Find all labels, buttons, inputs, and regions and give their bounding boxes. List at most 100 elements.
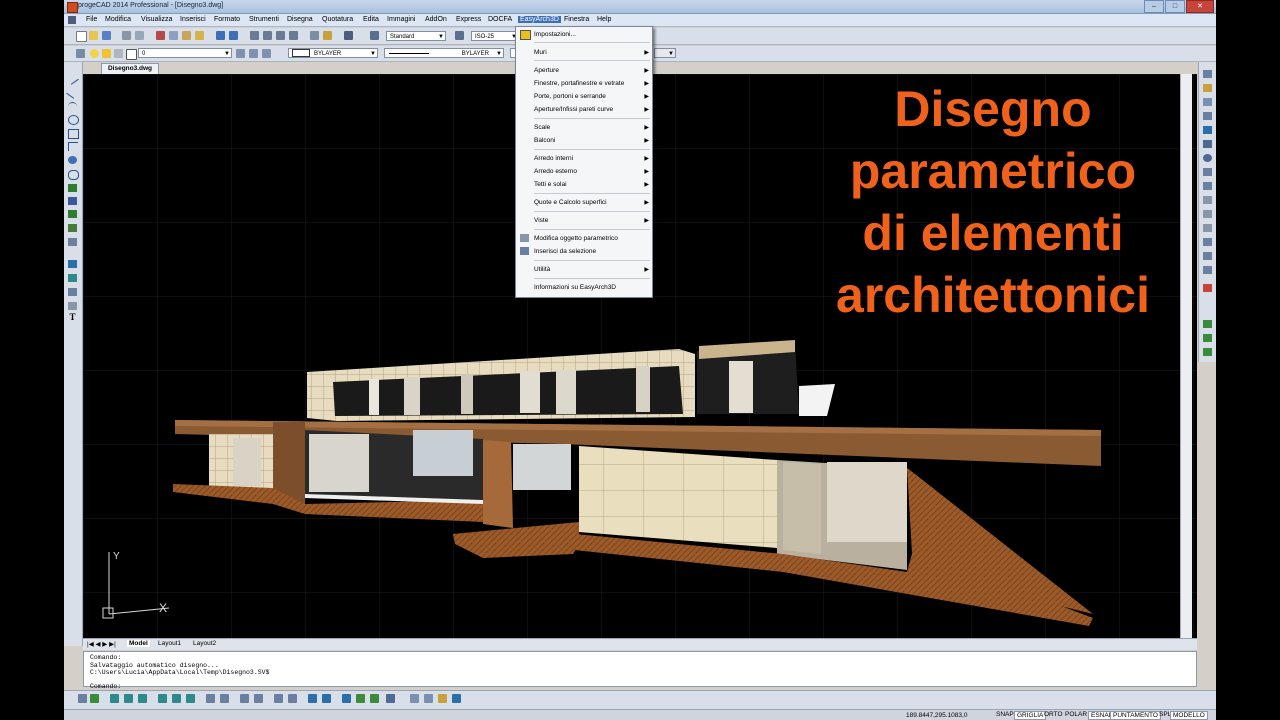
sw-iso-icon[interactable] <box>206 694 215 703</box>
chamfer-icon[interactable] <box>1203 238 1212 246</box>
render-icon[interactable] <box>288 694 297 703</box>
trim-icon[interactable] <box>1203 196 1212 204</box>
snap-center-icon[interactable] <box>1203 348 1212 356</box>
se-iso-icon[interactable] <box>220 694 229 703</box>
donut-icon[interactable] <box>68 156 77 164</box>
snap-endpoint-icon[interactable] <box>1203 320 1212 328</box>
sheet-set-icon[interactable] <box>452 694 461 703</box>
zoom-window-icon[interactable] <box>276 31 285 40</box>
make-block-icon[interactable] <box>68 274 77 282</box>
ray-icon[interactable] <box>66 86 79 99</box>
document-menu-icon[interactable] <box>68 16 76 24</box>
menu-addon[interactable]: AddOn <box>425 16 447 23</box>
status-toggle-modello[interactable]: MODELLO <box>1170 711 1208 720</box>
menu-item-finestre[interactable]: Finestre, portafinestre e vetrate <box>534 80 624 87</box>
calculator-icon[interactable] <box>344 31 353 40</box>
menu-item-inserisci-selezione[interactable]: Inserisci da selezione <box>534 248 596 255</box>
rectangle-icon[interactable] <box>68 129 79 139</box>
layer-select[interactable]: 0 ▼ <box>138 48 232 58</box>
tab-nav-arrows[interactable]: |◀ ◀ ▶ ▶| <box>87 640 116 648</box>
command-line[interactable]: Comando: Salvataggio automatico disegno.… <box>83 651 1197 690</box>
menu-finestra[interactable]: Finestra <box>564 16 589 23</box>
menu-item-informazioni[interactable]: Informazioni su EasyArch3D <box>534 284 616 291</box>
menu-edita[interactable]: Edita <box>363 16 379 23</box>
move-icon[interactable] <box>1203 140 1212 148</box>
snap-midpoint-icon[interactable] <box>1203 334 1212 342</box>
status-toggle-polar[interactable]: POLAR <box>1063 711 1089 718</box>
pan-icon[interactable] <box>250 31 259 40</box>
menu-item-aperture-curve[interactable]: Aperture/Infissi pareti curve <box>534 106 613 113</box>
stretch-icon[interactable] <box>1203 182 1212 190</box>
ucs-world-icon[interactable] <box>322 694 331 703</box>
menu-docfa[interactable]: DOCFA <box>488 16 512 23</box>
nw-iso-icon[interactable] <box>254 694 263 703</box>
spline-icon[interactable] <box>68 184 77 192</box>
plot-style-select[interactable]: ▼ <box>654 48 676 58</box>
print-preview-icon[interactable] <box>135 31 144 40</box>
color-select[interactable]: BYLAYER ▼ <box>288 48 378 58</box>
fillet-icon[interactable] <box>1203 252 1212 260</box>
layer-previous-icon[interactable] <box>249 49 258 58</box>
tool-palettes-icon[interactable] <box>438 694 447 703</box>
menu-item-aperture[interactable]: Aperture <box>534 67 559 74</box>
linetype-select[interactable]: BYLAYER ▼ <box>384 48 504 58</box>
menu-item-viste[interactable]: Viste <box>534 217 548 224</box>
command-prompt[interactable]: Comando: <box>90 683 1190 691</box>
open-folder-icon[interactable] <box>89 31 98 40</box>
menu-visualizza[interactable]: Visualizza <box>141 16 172 23</box>
layout-viewport-icon[interactable] <box>410 694 419 703</box>
hatch-icon[interactable] <box>68 197 77 205</box>
text-tool-icon[interactable]: T <box>68 312 77 322</box>
maximize-button[interactable]: □ <box>1165 0 1185 13</box>
layer-lock-icon[interactable] <box>114 49 123 58</box>
menu-modifica[interactable]: Modifica <box>105 16 131 23</box>
shade-icon[interactable] <box>274 694 283 703</box>
menu-help[interactable]: Help <box>597 16 611 23</box>
layer-on-lightbulb-icon[interactable] <box>90 49 99 58</box>
explode-icon[interactable] <box>1203 266 1212 274</box>
ellipse-icon[interactable] <box>68 170 79 180</box>
break-icon[interactable] <box>1203 224 1212 232</box>
named-views-icon[interactable] <box>424 694 433 703</box>
table-icon[interactable] <box>68 288 77 296</box>
menu-item-impostazioni[interactable]: Impostazioni... <box>534 31 576 38</box>
ne-iso-icon[interactable] <box>240 694 249 703</box>
design-center-icon[interactable] <box>323 31 332 40</box>
menu-disegna[interactable]: Disegna <box>287 16 313 23</box>
arc-icon[interactable] <box>68 102 77 111</box>
menu-item-utilita[interactable]: Utilità <box>534 266 550 273</box>
tab-layout1[interactable]: Layout1 <box>158 640 181 647</box>
cut-icon[interactable] <box>156 31 165 40</box>
menu-item-scale[interactable]: Scale <box>534 124 550 131</box>
vertical-scrollbar[interactable] <box>1180 74 1192 638</box>
line-icon[interactable] <box>66 72 79 85</box>
ucs-previous-icon[interactable] <box>342 694 351 703</box>
extend-icon[interactable] <box>1203 210 1212 218</box>
mirror-icon[interactable] <box>1203 98 1212 106</box>
status-toggle-puntamento[interactable]: PUNTAMENTO <box>1110 711 1161 720</box>
print-icon[interactable] <box>122 31 131 40</box>
status-toggle-orto[interactable]: ORTO <box>1042 711 1065 718</box>
redo-icon[interactable] <box>229 31 238 40</box>
menu-strumenti[interactable]: Strumenti <box>249 16 279 23</box>
view-left-icon[interactable] <box>138 694 147 703</box>
match-properties-icon[interactable] <box>195 31 204 40</box>
tab-layout2[interactable]: Layout2 <box>193 640 216 647</box>
menu-express[interactable]: Express <box>456 16 481 23</box>
ortho-icon[interactable] <box>1203 284 1212 292</box>
menu-quotatura[interactable]: Quotatura <box>322 16 353 23</box>
menu-item-tetti-solai[interactable]: Tetti e solai <box>534 181 567 188</box>
menu-item-arredo-esterno[interactable]: Arredo esterno <box>534 168 577 175</box>
layer-thaw-sun-icon[interactable] <box>102 49 111 58</box>
layer-isolate-icon[interactable] <box>262 49 271 58</box>
dim-style-select[interactable]: ISO-25▼ <box>471 31 519 41</box>
view-bottom-icon[interactable] <box>124 694 133 703</box>
view-front-icon[interactable] <box>172 694 181 703</box>
paste-icon[interactable] <box>182 31 191 40</box>
status-toggle-snap[interactable]: SNAP <box>994 711 1016 718</box>
view-back-icon[interactable] <box>186 694 195 703</box>
array-icon[interactable] <box>1203 126 1212 134</box>
revision-cloud-icon[interactable] <box>68 224 77 232</box>
menu-formato[interactable]: Formato <box>214 16 240 23</box>
circle-icon[interactable] <box>68 115 79 125</box>
